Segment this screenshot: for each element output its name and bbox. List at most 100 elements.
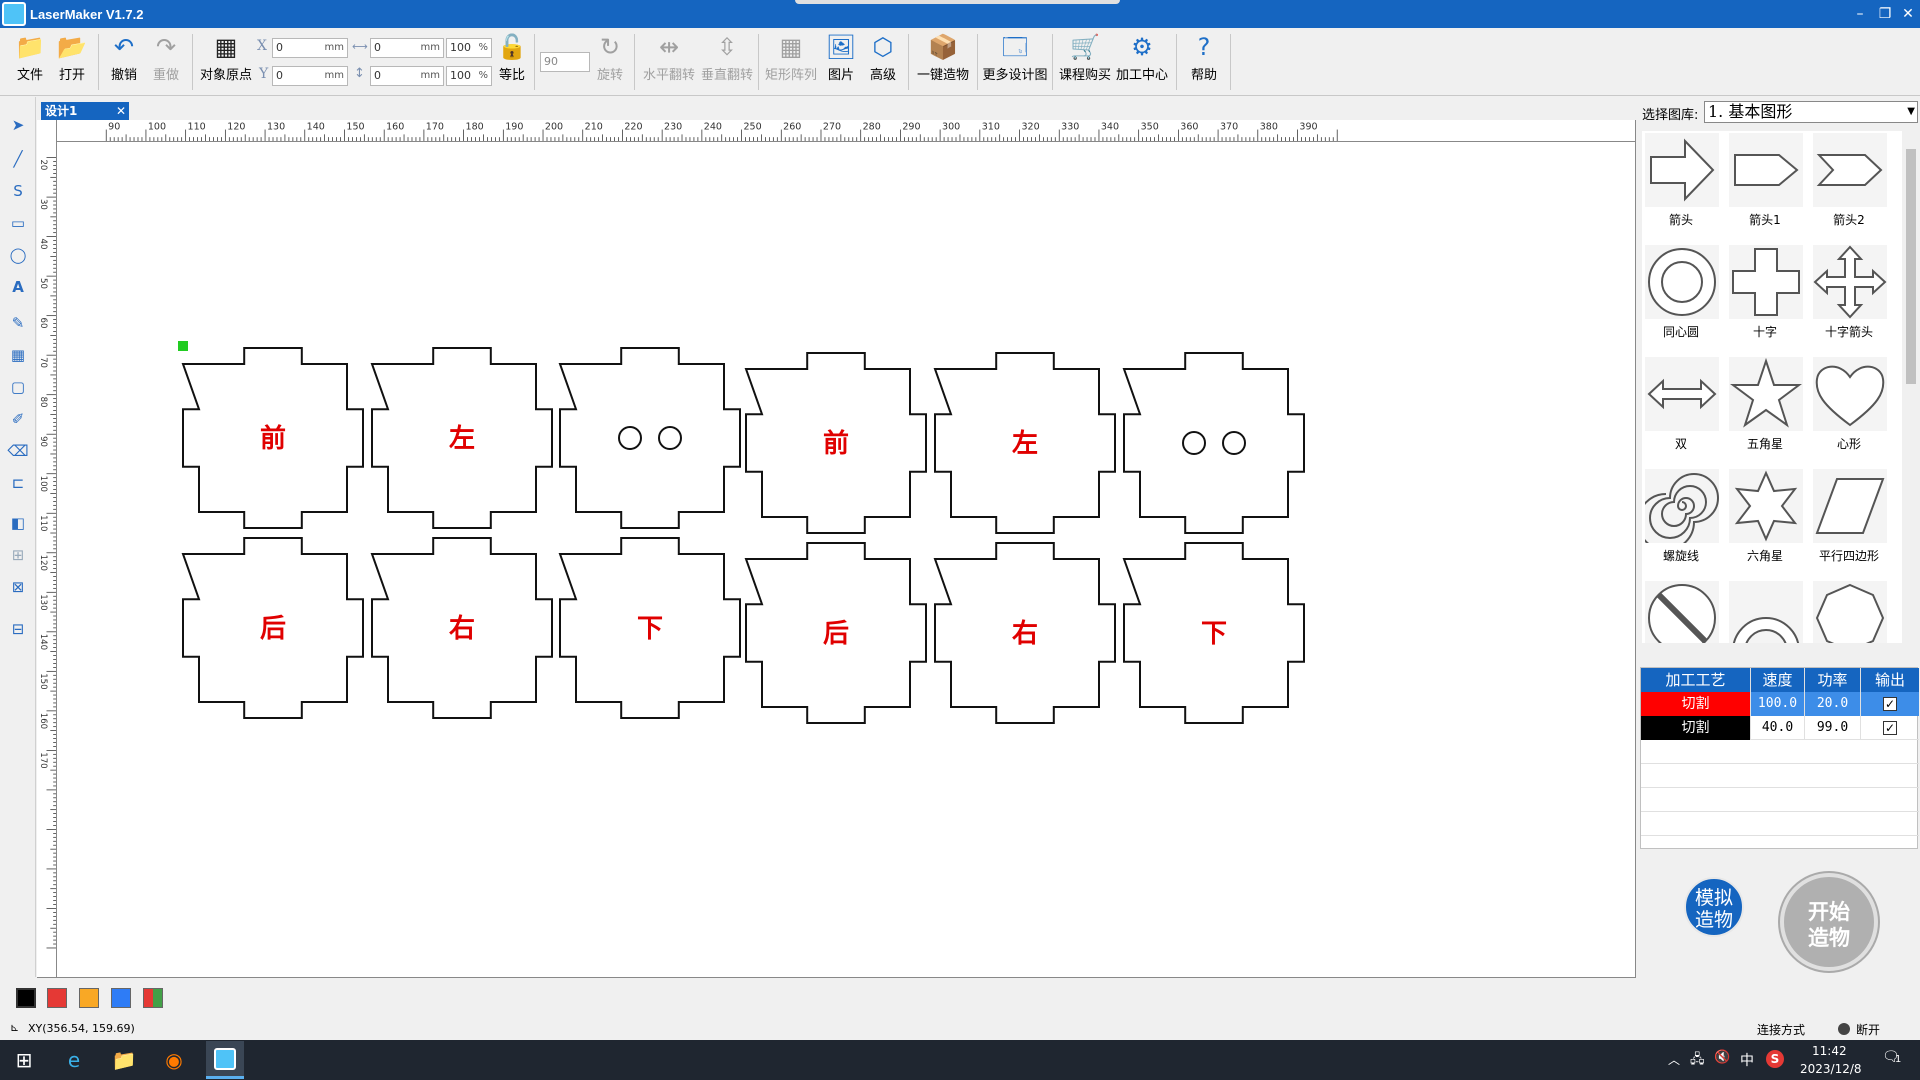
clock-time[interactable]: 11:42 xyxy=(1812,1044,1847,1058)
eraser-tool-icon[interactable]: ⌫ xyxy=(6,439,30,463)
output-checkbox-cell[interactable]: ✓ xyxy=(1861,692,1919,716)
object-origin-button[interactable]: ▦ 对象原点 xyxy=(196,32,256,83)
course-buy-button[interactable]: 🛒 课程购买 xyxy=(1058,32,1112,83)
table-tool-icon[interactable]: ▦ xyxy=(6,343,30,367)
volume-muted-icon[interactable]: 🔇 xyxy=(1714,1050,1730,1065)
curve-tool-icon[interactable]: S xyxy=(6,179,30,203)
process-name[interactable]: 切割 xyxy=(1641,716,1751,740)
help-button[interactable]: ? 帮助 xyxy=(1184,32,1224,83)
swatch-blue[interactable] xyxy=(111,988,131,1008)
shape-library-item[interactable]: 平行四边形 xyxy=(1810,467,1888,573)
one-click-make-button[interactable]: 📦 一键造物 xyxy=(914,32,972,83)
rect-array-button[interactable]: ▦ 矩形阵列 xyxy=(762,32,820,83)
text-tool-icon[interactable]: A xyxy=(6,275,30,299)
box-piece[interactable]: 后 xyxy=(181,537,364,719)
shape-library-item[interactable]: 十字 xyxy=(1726,243,1804,349)
measure-tool-icon[interactable]: ⊏ xyxy=(6,471,30,495)
edge-browser-icon[interactable]: e xyxy=(58,1044,90,1076)
shape-library-item[interactable] xyxy=(1726,579,1804,643)
height-percent-input[interactable]: 100 % xyxy=(446,66,492,86)
table-row[interactable]: 切割 100.0 20.0 ✓ xyxy=(1641,692,1919,716)
box-piece[interactable]: 前 xyxy=(181,347,364,529)
firefox-icon[interactable]: ◉ xyxy=(158,1044,190,1076)
line-tool-icon[interactable]: ╱ xyxy=(6,147,30,171)
swatch-black[interactable] xyxy=(16,988,36,1008)
box-piece[interactable]: 右 xyxy=(933,542,1116,724)
shape-library-item[interactable]: 同心圆 xyxy=(1642,243,1720,349)
process-power[interactable]: 99.0 xyxy=(1805,716,1861,740)
tab-design1[interactable]: 设计1 ✕ xyxy=(41,102,129,120)
box-piece[interactable]: 后 xyxy=(744,542,927,724)
proportional-button[interactable]: 🔓 等比 xyxy=(494,32,530,83)
align-tool-icon[interactable]: ◧ xyxy=(6,511,30,535)
image-button[interactable]: 🖼 图片 xyxy=(824,32,858,83)
shape-library-item[interactable] xyxy=(1642,579,1720,643)
shape-library-item[interactable]: 六角星 xyxy=(1726,467,1804,573)
open-button[interactable]: 📂 打开 xyxy=(52,32,92,83)
library-select[interactable]: 1. 基本图形 ▼ xyxy=(1704,101,1918,123)
y-input[interactable]: 0 mm xyxy=(272,66,348,86)
advanced-button[interactable]: ⬡ 高级 xyxy=(866,32,900,83)
swatch-orange[interactable] xyxy=(79,988,99,1008)
flip-vertical-button[interactable]: ⇳ 垂直翻转 xyxy=(698,32,756,83)
shape-library-item[interactable]: 心形 xyxy=(1810,355,1888,461)
tab-close-icon[interactable]: ✕ xyxy=(113,102,129,120)
height-input[interactable]: 0 mm xyxy=(370,66,444,86)
more-designs-button[interactable]: 🗔 更多设计图 xyxy=(982,32,1048,83)
box-piece[interactable] xyxy=(1122,352,1305,534)
x-input[interactable]: 0 mm xyxy=(272,38,348,58)
rotate-button[interactable]: ↻ 旋转 xyxy=(592,32,628,83)
process-speed[interactable]: 40.0 xyxy=(1751,716,1805,740)
tray-chevron-icon[interactable]: ︿ xyxy=(1668,1051,1680,1068)
file-explorer-icon[interactable]: 📁 xyxy=(108,1044,140,1076)
output-checkbox-cell[interactable]: ✓ xyxy=(1861,716,1919,740)
ellipse-tool-icon[interactable]: ◯ xyxy=(6,243,30,267)
close-icon[interactable]: ✕ xyxy=(1893,0,1920,28)
box-piece[interactable] xyxy=(558,347,741,529)
sogou-ime-icon[interactable]: S xyxy=(1766,1050,1784,1068)
width-percent-input[interactable]: 100 % xyxy=(446,38,492,58)
simulate-make-button[interactable]: 模拟造物 xyxy=(1684,877,1744,937)
process-power[interactable]: 20.0 xyxy=(1805,692,1861,716)
shape-library-item[interactable]: 十字箭头 xyxy=(1810,243,1888,349)
group-tool-icon[interactable]: ⊠ xyxy=(6,575,30,599)
distribute-tool-icon[interactable]: ⊞ xyxy=(6,543,30,567)
start-make-button[interactable]: 开始造物 xyxy=(1780,873,1878,971)
pen-tool-icon[interactable]: ✎ xyxy=(6,311,30,335)
rectangle-tool-icon[interactable]: ▭ xyxy=(6,211,30,235)
shape-library-item[interactable]: 双 xyxy=(1642,355,1720,461)
shape-library-item[interactable]: 箭头2 xyxy=(1810,131,1888,237)
flip-horizontal-button[interactable]: ⇹ 水平翻转 xyxy=(640,32,698,83)
lasermaker-taskbar-icon[interactable] xyxy=(206,1041,244,1079)
select-pointer-icon[interactable]: ➤ xyxy=(6,113,30,137)
output-checkbox[interactable]: ✓ xyxy=(1883,697,1897,711)
file-button[interactable]: 📁 文件 xyxy=(10,32,50,83)
shape-library-item[interactable]: 箭头1 xyxy=(1726,131,1804,237)
drawing-canvas[interactable]: 前 左 前 左后 右 下 后 右 下 xyxy=(58,143,1634,976)
swatch-red[interactable] xyxy=(47,988,67,1008)
library-scrollbar[interactable] xyxy=(1904,131,1918,643)
box-piece[interactable]: 左 xyxy=(370,347,553,529)
width-input[interactable]: 0 mm xyxy=(370,38,444,58)
box-piece[interactable]: 右 xyxy=(370,537,553,719)
box-piece[interactable]: 下 xyxy=(1122,542,1305,724)
shape-library-item[interactable]: 五角星 xyxy=(1726,355,1804,461)
process-speed[interactable]: 100.0 xyxy=(1751,692,1805,716)
ime-indicator[interactable]: 中 xyxy=(1740,1050,1754,1070)
redo-button[interactable]: ↷ 重做 xyxy=(146,32,186,83)
undo-button[interactable]: ↶ 撤销 xyxy=(104,32,144,83)
shape-library-item[interactable] xyxy=(1810,579,1888,643)
toolbox-icon[interactable]: ⊟ xyxy=(6,617,30,641)
angle-input[interactable]: 90 xyxy=(540,52,590,72)
network-icon[interactable]: 🖧 xyxy=(1690,1050,1705,1072)
swatch-multicolor[interactable] xyxy=(143,988,163,1008)
shape-library-item[interactable]: 箭头 xyxy=(1642,131,1720,237)
process-name[interactable]: 切割 xyxy=(1641,692,1751,716)
output-checkbox[interactable]: ✓ xyxy=(1883,721,1897,735)
box-piece[interactable]: 左 xyxy=(933,352,1116,534)
box-piece[interactable]: 下 xyxy=(558,537,741,719)
shape-library-item[interactable]: 螺旋线 xyxy=(1642,467,1720,573)
edit-node-icon[interactable]: ✐ xyxy=(6,407,30,431)
process-center-button[interactable]: ⚙ 加工中心 xyxy=(1114,32,1170,83)
box-piece[interactable]: 前 xyxy=(744,352,927,534)
